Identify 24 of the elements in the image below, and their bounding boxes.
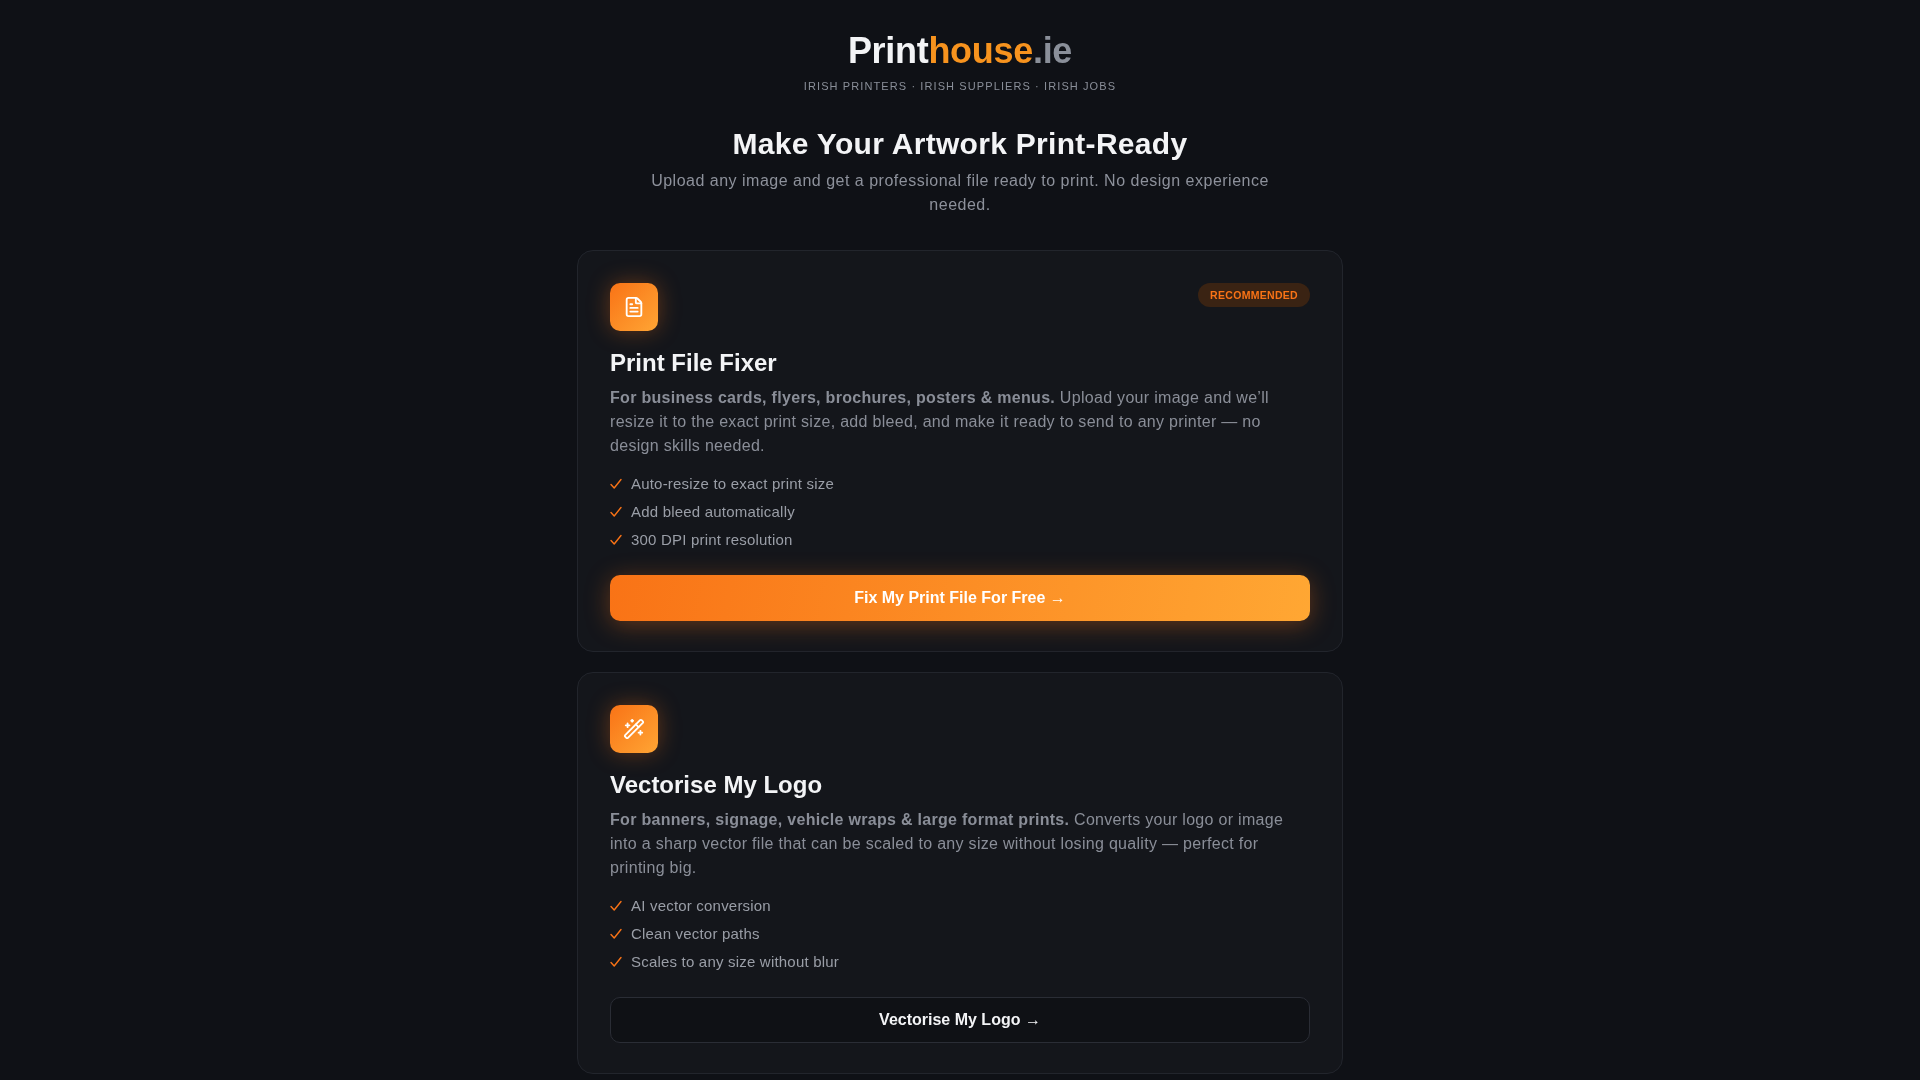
card-description: For banners, signage, vehicle wraps & large format prints. Converts your logo or image into a sharp vector file that can be scaled to any size without losing quality — perfect for printing big. [610,810,1285,878]
page-heading: Make Your Artwork Print-Ready [732,126,1188,162]
card-description: For business cards, flyers, brochures, posters & menus. Upload your image and we’ll resize it to the exact print size, add bleed, and make it ready to send to any printer — no design skills needed. [610,388,1270,456]
check-icon [610,478,622,490]
check-icon [610,928,622,940]
feature-text: Add bleed automatically [631,502,795,522]
tagline: IRISH PRINTERS · IRISH SUPPLIERS · IRISH JOBS [803,79,1117,94]
action-button[interactable]: Vectorise My Logo → [610,997,1310,1043]
check-icon [610,900,622,912]
feature-text: AI vector conversion [631,896,771,916]
magic-wand-icon [610,705,658,753]
feature-text: Scales to any size without blur [631,952,839,972]
check-icon [610,534,622,546]
feature-text: 300 DPI print resolution [631,530,793,550]
check-icon [610,956,622,968]
feature-text: Auto-resize to exact print size [631,474,834,494]
document-icon [610,283,658,331]
card-title: Vectorise My Logo [610,770,824,800]
check-icon [610,506,622,518]
card-title: Print File Fixer [610,348,778,378]
page-subtitle: Upload any image and get a professional file ready to print. No design experience needed. [650,171,1270,215]
recommended-tag: RECOMMENDED [1198,283,1310,307]
logo: Printhouse.ie [847,30,1073,72]
feature-text: Clean vector paths [631,924,760,944]
